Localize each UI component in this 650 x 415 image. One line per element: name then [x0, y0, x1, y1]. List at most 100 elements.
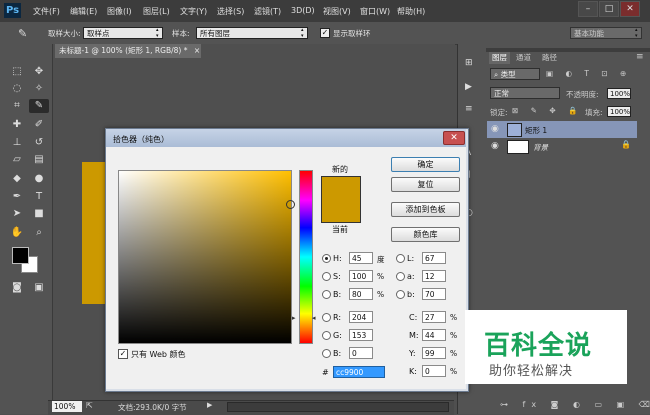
show-ring-checkbox[interactable]: ✓	[320, 28, 330, 38]
hue-slider-right-arrow-icon[interactable]: ◂	[312, 314, 316, 322]
history-panel-icon[interactable]: ⊞	[465, 58, 473, 68]
gradient-tool-icon[interactable]: ▤	[29, 153, 49, 167]
properties-panel-icon[interactable]: ≡	[465, 104, 473, 114]
menu-edit[interactable]: 编辑(E)	[70, 6, 97, 17]
blue-radio[interactable]	[322, 349, 331, 358]
red-field[interactable]: 204	[349, 311, 373, 323]
color-field[interactable]	[118, 170, 292, 344]
document-tab[interactable]: 未标题-1 @ 100% (矩形 1, RGB/8) * ×	[55, 44, 201, 58]
brightness-field[interactable]: 80	[349, 288, 373, 300]
tab-paths[interactable]: 路径	[539, 52, 560, 64]
zoom-field[interactable]: 100%	[52, 401, 82, 412]
dodge-tool-icon[interactable]: ●	[29, 172, 49, 186]
menu-filter[interactable]: 滤镜(T)	[254, 6, 281, 17]
marquee-tool-icon[interactable]: ⬚	[7, 65, 27, 79]
red-radio[interactable]	[322, 313, 331, 322]
dialog-close-button[interactable]: ✕	[443, 131, 465, 145]
eraser-tool-icon[interactable]: ▱	[7, 153, 27, 167]
eyedropper-tool-icon[interactable]: ✎	[29, 99, 49, 113]
stamp-tool-icon[interactable]: ⊥	[7, 136, 27, 150]
text-tool-icon[interactable]: T	[29, 190, 49, 204]
green-radio[interactable]	[322, 331, 331, 340]
menu-type[interactable]: 文字(Y)	[180, 6, 207, 17]
menu-3d[interactable]: 3D(D)	[291, 6, 315, 15]
lightness-field[interactable]: 67	[422, 252, 446, 264]
magic-wand-tool-icon[interactable]: ✧	[29, 82, 49, 96]
maximize-button[interactable]: □	[599, 1, 619, 17]
actions-panel-icon[interactable]: ▶	[465, 82, 472, 92]
lock-icons[interactable]: ⊠ ✎ ✥ 🔒	[512, 106, 582, 115]
hue-slider-left-arrow-icon[interactable]: ▸	[292, 314, 296, 322]
saturation-radio[interactable]	[322, 272, 331, 281]
lasso-tool-icon[interactable]: ◌	[7, 82, 27, 96]
foreground-color-swatch-top[interactable]	[12, 247, 29, 264]
blend-mode-select[interactable]: 正常	[490, 87, 560, 99]
hex-field[interactable]: cc9900	[333, 366, 385, 378]
blur-tool-icon[interactable]: ◆	[7, 172, 27, 186]
horizontal-scrollbar[interactable]	[227, 402, 449, 412]
menu-image[interactable]: 图像(I)	[107, 6, 132, 17]
visibility-eye-icon[interactable]: ◉	[491, 124, 499, 134]
web-colors-only-checkbox[interactable]: ✓	[118, 349, 128, 359]
minimize-button[interactable]: –	[578, 1, 598, 17]
menu-help[interactable]: 帮助(H)	[397, 6, 425, 17]
close-app-button[interactable]: ✕	[620, 1, 640, 17]
menu-layer[interactable]: 图层(L)	[143, 6, 170, 17]
lab-b-field[interactable]: 70	[422, 288, 446, 300]
lab-a-field[interactable]: 12	[422, 270, 446, 282]
healing-brush-tool-icon[interactable]: ✚	[7, 118, 27, 132]
ok-button[interactable]: 确定	[391, 157, 460, 172]
lightness-radio[interactable]	[396, 254, 405, 263]
menu-select[interactable]: 选择(S)	[217, 6, 244, 17]
brightness-radio[interactable]	[322, 290, 331, 299]
panel-menu-icon[interactable]: ≡	[636, 52, 644, 62]
rectangle-tool-icon[interactable]: ■	[29, 207, 49, 221]
opacity-field[interactable]: 100%	[607, 88, 631, 99]
cyan-field[interactable]: 27	[422, 311, 446, 323]
yellow-field[interactable]: 99	[422, 347, 446, 359]
color-field-cursor[interactable]	[286, 200, 295, 209]
pen-tool-icon[interactable]: ✒	[7, 190, 27, 204]
tab-layers[interactable]: 图层	[489, 52, 510, 64]
reset-button[interactable]: 复位	[391, 177, 460, 192]
menu-view[interactable]: 视图(V)	[323, 6, 351, 17]
close-document-icon[interactable]: ×	[194, 46, 200, 55]
sample-select[interactable]: 所有图层	[196, 27, 308, 39]
add-to-swatches-button[interactable]: 添加到色板	[391, 202, 460, 217]
path-selection-tool-icon[interactable]: ➤	[7, 207, 27, 221]
menu-window[interactable]: 窗口(W)	[360, 6, 390, 17]
lab-a-radio[interactable]	[396, 272, 405, 281]
menu-file[interactable]: 文件(F)	[33, 6, 60, 17]
move-tool-icon[interactable]: ✥	[29, 65, 49, 79]
screen-mode-icon[interactable]: ▣	[29, 281, 49, 295]
fill-field[interactable]: 100%	[607, 106, 631, 117]
visibility-eye-icon[interactable]: ◉	[491, 141, 499, 151]
hue-slider[interactable]	[299, 170, 313, 344]
hue-field[interactable]: 45	[349, 252, 373, 264]
export-icon[interactable]: ⇱	[86, 401, 93, 410]
tab-channels[interactable]: 通道	[513, 52, 534, 64]
green-field[interactable]: 153	[349, 329, 373, 341]
layer-kind-filter[interactable]: ⌕ 类型	[490, 68, 540, 80]
lab-b-radio[interactable]	[396, 290, 405, 299]
workspace-select[interactable]: 基本功能	[570, 27, 642, 39]
hue-radio[interactable]	[322, 254, 331, 263]
hand-tool-icon[interactable]: ✋	[7, 226, 27, 240]
eyedropper-tool-icon[interactable]: ✎	[18, 27, 27, 40]
blue-field[interactable]: 0	[349, 347, 373, 359]
layer-footer-icons[interactable]: ⊶ fx ◙ ◐ ▭ ▣ ⌫	[500, 400, 650, 409]
sample-size-select[interactable]: 取样点	[83, 27, 163, 39]
magenta-field[interactable]: 44	[422, 329, 446, 341]
brush-tool-icon[interactable]: ✐	[29, 118, 49, 132]
info-menu-arrow-icon[interactable]: ▶	[207, 401, 212, 409]
history-brush-tool-icon[interactable]: ↺	[29, 136, 49, 150]
color-libraries-button[interactable]: 颜色库	[391, 227, 460, 242]
layer-row-background[interactable]: ◉ 背景 🔒	[487, 138, 637, 155]
black-field[interactable]: 0	[422, 365, 446, 377]
crop-tool-icon[interactable]: ⌗	[7, 99, 27, 113]
layer-row-rectangle[interactable]: ◉ 矩形 1	[487, 121, 637, 138]
quick-mask-icon[interactable]: ◙	[7, 281, 27, 295]
saturation-field[interactable]: 100	[349, 270, 373, 282]
zoom-tool-icon[interactable]: ⌕	[29, 226, 49, 240]
layer-filter-icons[interactable]: ▣ ◐ T ⊡ ⊕	[546, 69, 631, 78]
